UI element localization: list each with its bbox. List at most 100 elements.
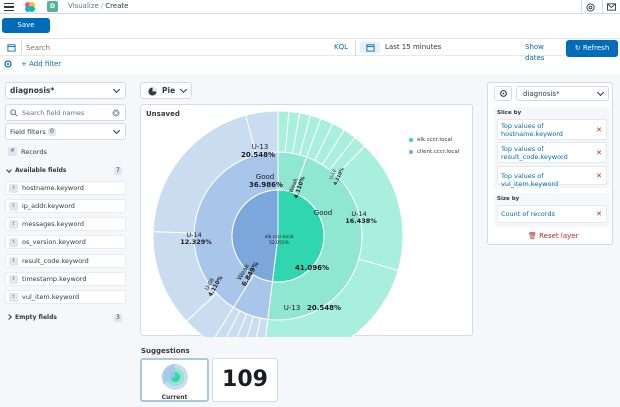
chevron-down-icon	[6, 167, 12, 173]
field-filters-count: 0	[48, 128, 56, 136]
elastic-logo-icon[interactable]	[24, 1, 36, 13]
refresh-label: Refresh	[582, 44, 610, 52]
field-filters-button[interactable]: Field filters 0	[5, 123, 126, 140]
string-type-icon: t	[9, 257, 18, 266]
field-name: result_code.keyword	[22, 257, 89, 265]
available-fields-toggle[interactable]: Available fields 7	[5, 165, 126, 177]
breadcrumb-visualize[interactable]: Visualize	[68, 2, 99, 10]
dimension-item[interactable]: Top values of vul_item.keyword ✕	[497, 166, 607, 188]
empty-fields-count: 3	[114, 314, 122, 322]
field-item[interactable]: t os_version.keyword	[5, 235, 126, 249]
chart-label: elk.cccr.local	[265, 234, 294, 240]
remove-icon[interactable]: ✕	[596, 172, 602, 180]
chart-label: 20.548%	[241, 151, 275, 159]
reset-layer-button[interactable]: 🗑 Reset layer	[528, 231, 578, 241]
legend-item[interactable]: elk.cccr.local	[409, 135, 459, 147]
refresh-button[interactable]: ↻ Refresh	[566, 40, 618, 57]
saved-query-button[interactable]	[2, 41, 22, 54]
sunburst-thumbnail-icon	[161, 363, 188, 390]
layer-index-label: diagnosis*	[523, 90, 560, 98]
field-item[interactable]: t vul_item.keyword	[5, 290, 126, 304]
chart-label: 36.986%	[249, 181, 283, 189]
breadcrumb-separator: /	[100, 2, 104, 10]
available-fields-label: Available fields	[15, 167, 67, 174]
field-name: vul_item.keyword	[22, 293, 80, 301]
legend-swatch	[409, 138, 413, 142]
records-label: Records	[21, 148, 47, 156]
quick-menu-button[interactable]	[360, 42, 380, 53]
number-type-icon: #	[8, 147, 17, 156]
chart-label: U-13	[284, 304, 301, 312]
dimension-item[interactable]: Count of records ✕	[497, 205, 607, 223]
chart-type-label: Pie	[162, 86, 176, 95]
field-item[interactable]: t ip_addr.keyword	[5, 199, 126, 213]
filter-bar: + Add filter	[0, 56, 620, 72]
remove-icon[interactable]: ✕	[596, 126, 602, 134]
chart-label: 16.438%	[345, 217, 377, 225]
records-field[interactable]: # Records	[5, 145, 126, 159]
index-pattern-label: diagnosis*	[10, 86, 55, 95]
refresh-icon: ↻	[574, 44, 581, 52]
field-name: messages.keyword	[22, 220, 85, 228]
field-name: hostname.keyword	[22, 184, 84, 192]
chevron-down-icon	[112, 85, 121, 94]
add-filter-button[interactable]: + Add filter	[21, 59, 61, 69]
chart-label: Good	[256, 173, 274, 181]
help-icon[interactable]	[581, 0, 599, 14]
field-name: os_version.keyword	[22, 238, 86, 246]
field-item[interactable]: t messages.keyword	[5, 217, 126, 231]
chart-label: 52.055%	[269, 240, 290, 246]
time-range-label[interactable]: Last 15 minutes	[385, 42, 441, 53]
chevron-down-icon	[596, 88, 605, 97]
calendar-icon	[365, 44, 375, 52]
empty-fields-toggle[interactable]: Empty fields 3	[5, 312, 126, 324]
chart-type-switcher[interactable]: Pie	[140, 82, 192, 99]
size-by-group: Size by Count of records ✕	[494, 193, 610, 227]
kql-toggle[interactable]: KQL	[334, 42, 348, 53]
dimension-label: Top values of result_code.keyword	[501, 145, 568, 161]
string-type-icon: t	[9, 293, 18, 302]
time-picker: Last 15 minutes Show dates	[355, 40, 565, 62]
chevron-down-icon	[179, 85, 188, 94]
dimension-item[interactable]: Top values of hostname.keyword ✕	[497, 119, 607, 140]
mail-icon[interactable]	[602, 0, 620, 14]
chevron-down-icon	[112, 126, 121, 135]
menu-icon[interactable]	[3, 1, 15, 12]
search-input[interactable]	[26, 42, 326, 53]
field-item[interactable]: t timestamp.keyword	[5, 272, 126, 286]
reset-layer-label: Reset layer	[539, 232, 579, 240]
dimension-label: Top values of vul_item.keyword	[501, 172, 559, 188]
field-search-input[interactable]: Search field names	[5, 104, 126, 121]
string-type-icon: t	[9, 184, 18, 193]
field-item[interactable]: t hostname.keyword	[5, 181, 126, 195]
top-nav-bar: D Visualize / Create	[0, 0, 620, 14]
layer-config-panel: diagnosis* Slice by Top values of hostna…	[487, 82, 613, 245]
breadcrumb: Visualize / Create	[68, 1, 128, 12]
size-by-title: Size by	[497, 196, 520, 202]
filter-options-icon[interactable]	[3, 59, 13, 69]
breadcrumb-create: Create	[105, 2, 129, 10]
calendar-icon	[7, 44, 16, 52]
space-avatar[interactable]: D	[47, 1, 58, 12]
remove-icon[interactable]: ✕	[596, 210, 602, 218]
legend-label: elk.cccr.local	[417, 137, 453, 143]
chart-legend: elk.cccr.local client.cccr.local	[409, 135, 459, 159]
index-pattern-select[interactable]: diagnosis*	[5, 82, 126, 99]
suggestions-title: Suggestions	[141, 347, 190, 355]
remove-icon[interactable]: ✕	[596, 149, 602, 157]
suggestion-metric-value: 109	[222, 367, 268, 392]
suggestion-current[interactable]: Current	[140, 358, 209, 402]
suggestion-metric[interactable]: 109	[212, 358, 278, 402]
search-icon	[10, 109, 18, 117]
visualization-panel: Unsaved elk.cccr.local 52.055% U-13 20.548%…	[140, 104, 473, 337]
dimension-item[interactable]: Top values of result_code.keyword ✕	[497, 142, 607, 163]
string-type-icon: t	[9, 275, 18, 284]
query-bar: KQL Last 15 minutes Show dates ↻ Refresh	[0, 38, 620, 62]
save-button[interactable]: Save	[2, 18, 50, 33]
field-filters-label: Field filters	[10, 128, 46, 136]
layer-index-select[interactable]: diagnosis*	[516, 86, 609, 101]
field-item[interactable]: t result_code.keyword	[5, 254, 126, 268]
clear-icon[interactable]	[112, 109, 120, 117]
legend-item[interactable]: client.cccr.local	[409, 147, 459, 159]
layer-settings-button[interactable]	[494, 86, 512, 101]
